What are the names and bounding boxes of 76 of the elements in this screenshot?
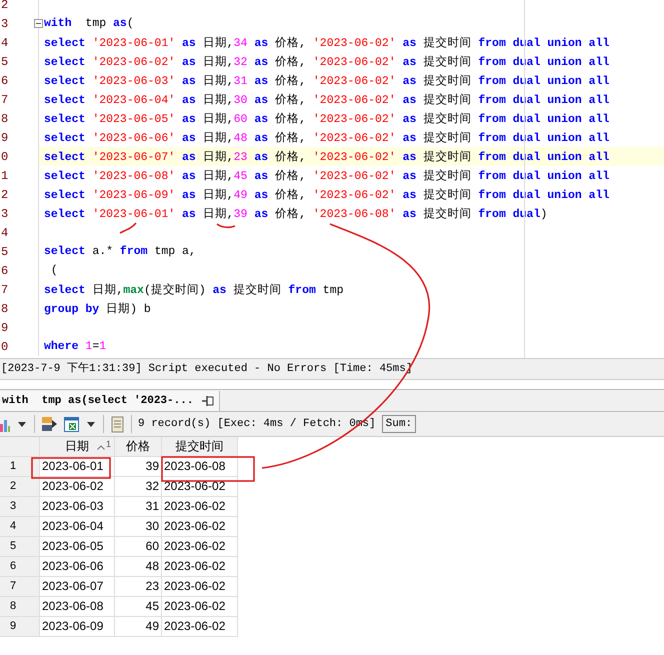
table-cell: 2023-06-02 xyxy=(162,557,238,577)
sum-field: Sum: xyxy=(382,415,416,433)
table-cell: 2023-06-03 xyxy=(40,497,115,517)
code-line: group by 日期) b xyxy=(44,302,151,316)
row-number: 8 xyxy=(0,597,40,617)
table-cell: 2023-06-02 xyxy=(162,597,238,617)
code-line: where 1=1 xyxy=(44,340,106,353)
table-cell: 31 xyxy=(115,497,162,517)
table-cell: 23 xyxy=(115,577,162,597)
line-number: 3 xyxy=(1,16,8,30)
line-number: 7 xyxy=(1,92,8,106)
table-cell: 48 xyxy=(115,557,162,577)
table-cell: 2023-06-02 xyxy=(162,497,238,517)
row-number: 6 xyxy=(0,557,40,577)
result-tab[interactable]: with tmp as(select '2023-... xyxy=(0,391,220,411)
line-number: 8 xyxy=(1,112,8,126)
underline-mark xyxy=(118,221,138,235)
column-header[interactable]: 价格 xyxy=(115,437,162,457)
table-cell: 60 xyxy=(115,537,162,557)
line-number: 0 xyxy=(1,340,8,354)
row-number: 7 xyxy=(0,577,40,597)
row-number: 2 xyxy=(0,477,40,497)
table-cell: 2023-06-09 xyxy=(40,617,115,637)
table-cell: 2023-06-02 xyxy=(162,477,238,497)
code-line: with tmp as( xyxy=(44,17,134,30)
table-cell: 2023-06-02 xyxy=(162,537,238,557)
line-number: 4 xyxy=(1,226,8,240)
table-cell: 2023-06-05 xyxy=(40,537,115,557)
table-cell: 49 xyxy=(115,617,162,637)
code-line: ( xyxy=(50,264,58,277)
table-cell: 2023-06-08 xyxy=(40,597,115,617)
table-cell: 2023-06-02 xyxy=(162,517,238,537)
caret-icon[interactable] xyxy=(18,422,26,426)
script-icon[interactable] xyxy=(110,416,125,432)
line-number: 7 xyxy=(1,282,8,296)
table-cell: 32 xyxy=(115,477,162,497)
code-line: select a.* from tmp a, xyxy=(44,245,196,258)
line-number: 3 xyxy=(1,206,8,220)
table-cell: 2023-06-02 xyxy=(162,617,238,637)
line-number: 5 xyxy=(1,54,8,68)
line-number: 8 xyxy=(1,302,8,316)
line-number: 9 xyxy=(1,320,8,334)
table-cell: 45 xyxy=(115,597,162,617)
table-cell: 2023-06-06 xyxy=(40,557,115,577)
table-cell: 39 xyxy=(115,457,162,477)
line-number: 6 xyxy=(1,74,8,88)
row-number: 5 xyxy=(0,537,40,557)
table-cell: 2023-06-08 xyxy=(162,457,238,477)
row-number: 4 xyxy=(0,517,40,537)
column-header[interactable]: 提交时间 xyxy=(162,437,238,457)
line-number: 1 xyxy=(1,168,8,182)
line-number: 9 xyxy=(1,130,8,144)
line-number: 6 xyxy=(1,264,8,278)
column-header[interactable]: 日期 1 xyxy=(40,437,115,457)
spreadsheet-icon[interactable] xyxy=(64,416,79,432)
underline-mark xyxy=(215,221,237,230)
row-number: 3 xyxy=(0,497,40,517)
sort-ascending-icon xyxy=(96,445,105,450)
line-number: 4 xyxy=(1,36,8,50)
sort-order: 1 xyxy=(106,439,111,449)
table-cell: 2023-06-04 xyxy=(40,517,115,537)
code-line: select 日期,max(提交时间) as 提交时间 from tmp xyxy=(44,282,344,297)
pin-icon[interactable] xyxy=(201,395,216,407)
table-cell: 30 xyxy=(115,517,162,537)
fold-icon[interactable] xyxy=(34,19,43,28)
table-cell: 2023-06-02 xyxy=(40,477,115,497)
row-number: 1 xyxy=(0,457,40,477)
export-icon[interactable] xyxy=(41,416,58,432)
line-number: 5 xyxy=(1,244,8,258)
table-cell: 2023-06-01 xyxy=(40,457,115,477)
caret-icon[interactable] xyxy=(87,422,95,426)
row-number: 9 xyxy=(0,617,40,637)
line-number: 2 xyxy=(1,188,8,202)
line-number: 0 xyxy=(1,150,8,164)
table-cell: 2023-06-07 xyxy=(40,577,115,597)
table-cell: 2023-06-02 xyxy=(162,577,238,597)
